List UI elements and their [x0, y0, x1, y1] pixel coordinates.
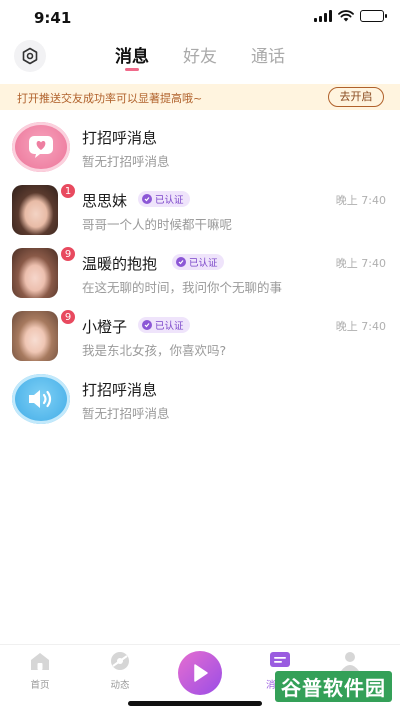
verified-badge: 已认证 [138, 191, 190, 207]
chat-row-user[interactable]: 1 思思妹 已认证 晚上 7:40 哥哥一个人的时候都干嘛呢 [0, 179, 400, 242]
top-nav: 消息 好友 通话 [0, 36, 400, 80]
chat-preview: 暂无打招呼消息 [82, 154, 170, 169]
verified-icon [142, 194, 152, 204]
verified-label: 已认证 [155, 321, 184, 332]
chat-preview: 我是东北女孩，你喜欢吗? [82, 343, 227, 358]
chat-time: 晚上 7:40 [335, 257, 386, 270]
unread-badge: 9 [60, 309, 76, 325]
tab-calls[interactable]: 通话 [234, 40, 302, 74]
chat-name: 小橙子 [82, 318, 128, 336]
heart-message-icon [29, 136, 53, 158]
bottom-nav: 首页 动态 消 谷普软件园 [0, 644, 400, 711]
chat-time: 晚上 7:40 [335, 194, 386, 207]
battery-icon [360, 10, 387, 22]
profile-icon [341, 652, 359, 671]
nav-moments-label: 动态 [110, 680, 130, 691]
message-icon [270, 652, 290, 667]
chat-row-user[interactable]: 9 温暖的抱抱 已认证 晚上 7:40 在这无聊的时间，我问你个无聊的事 [0, 242, 400, 305]
tab-bar: 消息 好友 通话 [0, 40, 400, 74]
nav-home[interactable]: 首页 [10, 651, 70, 691]
status-icons [314, 10, 387, 22]
tab-messages[interactable]: 消息 [98, 40, 166, 74]
wifi-icon [338, 10, 354, 22]
verified-icon [142, 320, 152, 330]
verified-icon [176, 257, 186, 267]
avatar [12, 122, 70, 172]
chat-row-greetings-voice[interactable]: 打招呼消息 暂无打招呼消息 [0, 368, 400, 431]
signal-icon [314, 10, 332, 22]
chat-row-greetings[interactable]: 打招呼消息 暂无打招呼消息 [0, 116, 400, 179]
unread-badge: 9 [60, 246, 76, 262]
avatar: 9 [12, 309, 76, 361]
unread-badge: 1 [60, 183, 76, 199]
chat-preview: 哥哥一个人的时候都干嘛呢 [82, 217, 233, 232]
chat-name: 打招呼消息 [82, 381, 158, 399]
chat-preview: 暂无打招呼消息 [82, 406, 170, 421]
chat-list: 打招呼消息 暂无打招呼消息 1 思思妹 已认证 晚上 7:40 哥哥一个人的时候… [0, 116, 400, 431]
moments-icon [111, 652, 129, 670]
push-promo-banner: 打开推送交友成功率可以显著提高哦~ 去开启 [0, 84, 400, 110]
chat-name: 思思妹 [82, 192, 128, 210]
chat-name: 温暖的抱抱 [82, 255, 158, 273]
avatar [12, 374, 70, 424]
play-icon [194, 664, 208, 682]
verified-label: 已认证 [189, 258, 218, 269]
verified-badge: 已认证 [172, 254, 224, 270]
promo-text: 打开推送交友成功率可以显著提高哦~ [17, 92, 203, 105]
nav-home-label: 首页 [30, 680, 50, 691]
verified-badge: 已认证 [138, 317, 190, 333]
enable-push-button[interactable]: 去开启 [328, 87, 384, 107]
play-button[interactable] [178, 651, 222, 695]
home-icon [31, 653, 49, 670]
watermark: 谷普软件园 [275, 671, 392, 702]
status-time: 9:41 [34, 9, 72, 27]
nav-moments[interactable]: 动态 [90, 651, 150, 691]
chat-time: 晚上 7:40 [335, 320, 386, 333]
verified-label: 已认证 [155, 195, 184, 206]
speaker-icon [29, 390, 52, 408]
avatar: 1 [12, 183, 76, 235]
tab-friends[interactable]: 好友 [166, 40, 234, 74]
chat-name: 打招呼消息 [82, 129, 158, 147]
status-bar: 9:41 [0, 0, 400, 36]
chat-preview: 在这无聊的时间，我问你个无聊的事 [82, 280, 283, 295]
chat-row-user[interactable]: 9 小橙子 已认证 晚上 7:40 我是东北女孩，你喜欢吗? [0, 305, 400, 368]
avatar: 9 [12, 246, 76, 298]
home-indicator [128, 701, 262, 706]
